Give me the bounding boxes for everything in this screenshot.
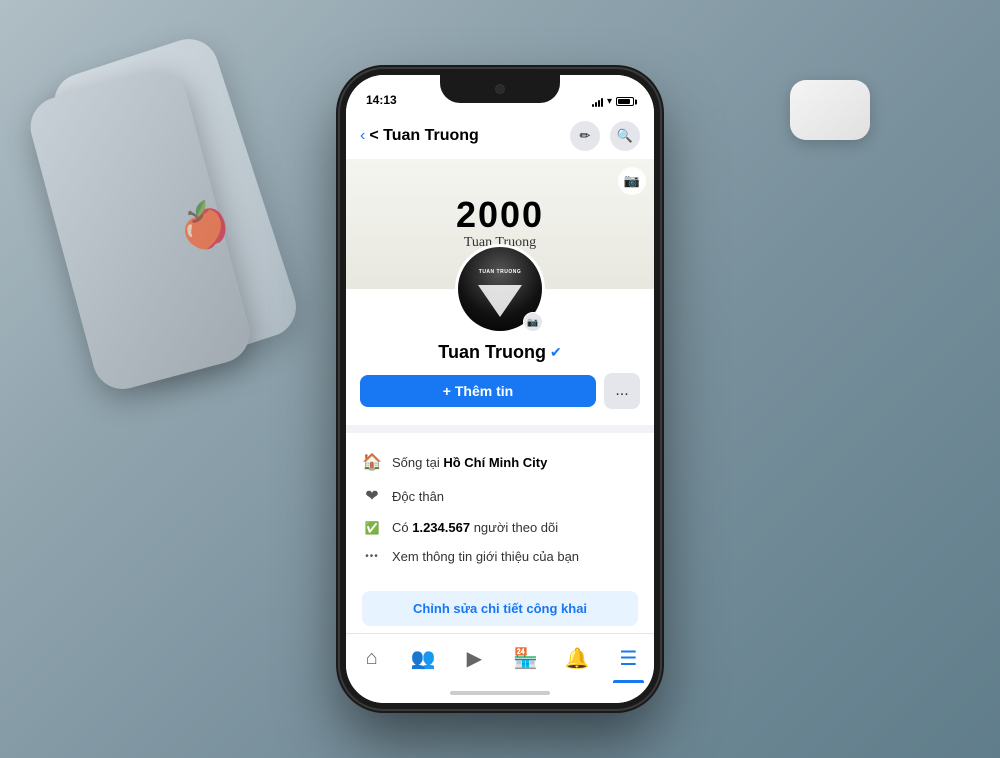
- info-followers-text: Có 1.234.567 người theo dõi: [392, 520, 558, 535]
- sidebar-item-watch[interactable]: ▶: [449, 634, 500, 683]
- home-nav-icon: ⌂: [366, 647, 378, 670]
- edit-public-button[interactable]: Chỉnh sửa chi tiết công khai: [362, 591, 638, 626]
- avatar-label: TUAN TRUONG: [479, 269, 521, 275]
- friends-nav-icon: 👥: [411, 646, 436, 671]
- nav-left: ‹ < Tuan Truong: [360, 127, 479, 145]
- marketplace-nav-icon: 🏪: [513, 646, 538, 671]
- avatar-triangle-icon: [478, 285, 522, 317]
- sidebar-item-marketplace[interactable]: 🏪: [500, 634, 551, 683]
- checkmark-icon: ✅: [362, 521, 382, 535]
- nav-header: ‹ < Tuan Truong ✏ 🔍: [346, 113, 654, 159]
- battery-icon: [616, 97, 634, 106]
- phone-notch: [440, 75, 560, 103]
- scroll-content[interactable]: 2000 Tuan Truong 📷 TUAN TRUONG: [346, 159, 654, 633]
- phone-screen: 14:13 ▾ ‹ <: [346, 75, 654, 703]
- sidebar-item-notifications[interactable]: 🔔: [551, 634, 602, 683]
- info-item-location: 🏠 Sống tại Hồ Chí Minh City: [362, 445, 638, 479]
- heart-icon: ❤: [362, 486, 382, 506]
- status-time: 14:13: [366, 93, 397, 107]
- info-more-text: Xem thông tin giới thiệu của bạn: [392, 549, 579, 564]
- notch-camera: [495, 84, 505, 94]
- sidebar-item-menu[interactable]: ☰: [603, 634, 654, 683]
- nav-right: ✏ 🔍: [570, 121, 640, 151]
- edit-button[interactable]: ✏: [570, 121, 600, 151]
- home-icon: 🏠: [362, 452, 382, 472]
- home-bar: [450, 691, 550, 695]
- avatar-camera-button[interactable]: 📷: [523, 312, 543, 332]
- camera-icon: 📷: [624, 173, 640, 189]
- info-item-more: ••• Xem thông tin giới thiệu của bạn: [362, 542, 638, 571]
- phone-container: 14:13 ▾ ‹ <: [340, 69, 660, 709]
- airpods-case: [790, 80, 870, 140]
- info-item-followers: ✅ Có 1.234.567 người theo dõi: [362, 513, 638, 542]
- home-indicator: [346, 683, 654, 703]
- add-info-button[interactable]: + Thêm tin: [360, 375, 596, 407]
- nav-title: < Tuan Truong: [369, 127, 478, 145]
- menu-nav-icon: ☰: [619, 646, 637, 671]
- profile-name-row: Tuan Truong ✔: [438, 342, 561, 363]
- avatar-container: TUAN TRUONG 📷: [455, 244, 545, 334]
- verified-badge-icon: ✔: [550, 344, 562, 361]
- edit-icon: ✏: [580, 128, 591, 144]
- cover-camera-button[interactable]: 📷: [618, 167, 646, 195]
- info-item-relationship: ❤ Độc thân: [362, 479, 638, 513]
- signal-icon: [592, 97, 603, 107]
- back-arrow-icon[interactable]: ‹: [360, 127, 365, 145]
- info-location-text: Sống tại Hồ Chí Minh City: [392, 455, 547, 470]
- profile-section: TUAN TRUONG 📷 Tuan Truong ✔ + Th: [346, 289, 654, 425]
- info-section: 🏠 Sống tại Hồ Chí Minh City ❤ Độc thân ✅…: [346, 433, 654, 583]
- dots-icon: •••: [362, 551, 382, 562]
- cover-year: 2000: [456, 197, 544, 233]
- phone-shell: 14:13 ▾ ‹ <: [340, 69, 660, 709]
- profile-name: Tuan Truong: [438, 342, 546, 363]
- more-options-button[interactable]: ...: [604, 373, 640, 409]
- search-icon: 🔍: [617, 128, 633, 144]
- info-relationship-text: Độc thân: [392, 489, 444, 504]
- avatar-camera-icon: 📷: [527, 317, 538, 328]
- bottom-nav: ⌂ 👥 ▶ 🏪 🔔 ☰: [346, 633, 654, 683]
- sidebar-item-friends[interactable]: 👥: [397, 634, 448, 683]
- search-button[interactable]: 🔍: [610, 121, 640, 151]
- wifi-icon: ▾: [607, 96, 612, 107]
- action-row: + Thêm tin ...: [346, 373, 654, 409]
- bell-nav-icon: 🔔: [565, 646, 590, 671]
- watch-nav-icon: ▶: [467, 646, 482, 671]
- cover-text-container: 2000 Tuan Truong: [456, 197, 544, 251]
- status-icons: ▾: [592, 96, 634, 107]
- sidebar-item-home[interactable]: ⌂: [346, 634, 397, 683]
- edit-public-container: Chỉnh sửa chi tiết công khai: [346, 583, 654, 633]
